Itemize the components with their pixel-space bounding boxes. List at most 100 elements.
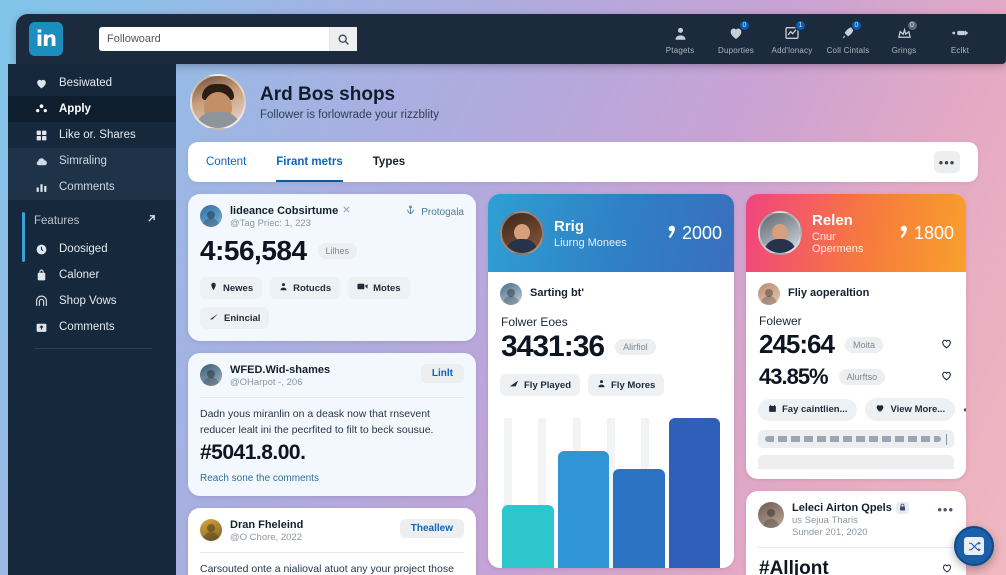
card-actions: Fay caintlien... View More... ••• (746, 390, 966, 421)
nav-item-addlonacy[interactable]: 1 Add'lonacy (764, 20, 820, 55)
status-badge: Lilhes (317, 243, 358, 259)
tab-firant-metrs[interactable]: Firant metrs (276, 142, 344, 182)
people-icon (34, 103, 48, 116)
avatar[interactable] (200, 364, 222, 386)
search-icon[interactable] (329, 27, 357, 51)
chip-motes[interactable]: Motes (348, 277, 410, 299)
author-name-text: lideance Cobsirtume (230, 205, 339, 217)
avatar[interactable] (200, 518, 222, 541)
linlt-button[interactable]: Linlt (420, 364, 464, 383)
divider (200, 551, 464, 553)
heart-outline-icon[interactable] (940, 369, 953, 385)
heart-icon (875, 403, 885, 416)
chart-bar (668, 418, 720, 568)
avatar[interactable] (758, 211, 802, 255)
hash-number: #5041.8.00. (200, 440, 306, 464)
nav-item-duporties[interactable]: 0 Duporties (708, 20, 764, 55)
card-chips: Newes Rotucds Motes Enincial (188, 267, 476, 341)
tab-types[interactable]: Types (373, 142, 405, 182)
search-input[interactable] (99, 27, 329, 51)
chip-fly-mores[interactable]: Fly Mores (588, 374, 665, 396)
avatar[interactable] (758, 283, 780, 305)
card-header: Dran Fheleind @O Chore, 2022 Theallew (188, 508, 476, 543)
action-fay-caintlien[interactable]: Fay caintlien... (758, 398, 858, 421)
card-author-name: Dran Fheleind (230, 518, 304, 531)
nav-item-coll-cintals[interactable]: 0 Coll Cintals (820, 20, 876, 55)
heart-outline-icon[interactable] (941, 562, 953, 575)
avatar[interactable] (190, 74, 246, 130)
nav-badge: 0 (906, 20, 918, 31)
author-name-text: Leleci Airton Qpels (792, 502, 892, 514)
sidebar-item-comments[interactable]: Comments (8, 174, 176, 200)
action-label: Fay caintlien... (782, 404, 848, 415)
card-chips: Fly Played Fly Mores (488, 364, 734, 408)
lock-icon (895, 502, 909, 514)
sidebar-item-besiwated[interactable]: Besiwated (8, 70, 176, 96)
card-banner: Relen Cnur Opermens 1800 (746, 194, 966, 272)
person-icon (279, 282, 288, 294)
nav-badge: 1 (795, 20, 806, 31)
banner-count-value: 2000 (681, 222, 722, 243)
theallew-button[interactable]: Theallew (399, 518, 464, 538)
nav-item-grings[interactable]: 0 Grings (876, 20, 932, 55)
chip-rotucds[interactable]: Rotucds (270, 277, 341, 299)
heart-icon: 0 (728, 20, 750, 43)
card-banner: Rrig Liurng Monees 2000 (488, 194, 734, 272)
card-body-text: Carsouted onte a nialioval atuot any you… (200, 562, 454, 575)
arrow-up-right-icon[interactable] (145, 212, 158, 230)
sidebar-item-simraling[interactable]: Simraling (8, 148, 176, 174)
avatar[interactable] (200, 205, 222, 227)
exit-icon (951, 23, 969, 43)
linkedin-logo-icon[interactable]: in (29, 22, 63, 56)
read-comments-link[interactable]: Reach sone the comments (188, 465, 476, 496)
profile-subtitle: Follower is forlowrade your rizzblity (260, 108, 439, 121)
sidebar-section-features: Features (8, 206, 176, 236)
avatar[interactable] (758, 502, 784, 528)
bar-chart (488, 408, 734, 568)
sidebar-item-doosiged[interactable]: Doosiged (8, 236, 176, 262)
avatar[interactable] (500, 283, 522, 305)
sidebar-item-apply[interactable]: Apply (8, 96, 176, 122)
chip-newes[interactable]: Newes (200, 277, 263, 299)
chart-bars (498, 418, 724, 568)
ellipsis-icon[interactable]: ••• (937, 502, 954, 517)
card-author-name: Leleci Airton Qpels (792, 502, 929, 514)
columns: lideance Cobsirtume @Tag Priec: 1, 223 P… (176, 182, 1006, 575)
text-cursor (946, 433, 947, 445)
sidebar-item-caloner[interactable]: Caloner (8, 262, 176, 288)
protogala-link[interactable]: Protogala (405, 205, 464, 219)
chip-label: Newes (223, 282, 254, 294)
ellipsis-icon[interactable]: ••• (963, 403, 966, 417)
sidebar-item-label: Caloner (59, 269, 100, 281)
column-middle: Rrig Liurng Monees 2000 Sarting bt' Folw… (488, 194, 734, 575)
partial-card-stub (758, 455, 954, 469)
chip-enincial[interactable]: Enincial (200, 307, 270, 329)
chip-fly-played[interactable]: Fly Played (500, 374, 580, 396)
nav-item-eclkt[interactable]: Eclkt (932, 23, 988, 55)
action-view-more[interactable]: View More... (865, 398, 956, 421)
search-box[interactable] (99, 27, 357, 51)
card-author-name: Fliy aoperaltion (788, 287, 870, 299)
nav-item-ptagets[interactable]: Ptagets (652, 23, 708, 55)
sidebar-item-shop-vows[interactable]: Shop Vows (8, 288, 176, 314)
person-icon (673, 23, 688, 43)
nav-label: Ptagets (665, 46, 695, 55)
text-placeholder (758, 430, 954, 448)
pin-icon (209, 282, 218, 294)
stat-value: 3431:36 (501, 330, 605, 363)
action-label: View More... (890, 404, 946, 415)
nav-badge: 0 (851, 20, 862, 31)
comma-icon (898, 223, 908, 244)
avatar[interactable] (500, 211, 544, 255)
ellipsis-icon[interactable]: ••• (934, 151, 960, 173)
nav-label: Eclkt (950, 46, 970, 55)
column-right: Relen Cnur Opermens 1800 Fliy aoperaltio… (746, 194, 966, 575)
sidebar-item-like-or-shares[interactable]: Like or. Shares (8, 122, 176, 148)
tab-content[interactable]: Content (206, 142, 246, 182)
heart-outline-icon[interactable] (940, 337, 953, 353)
shuffle-fab-button[interactable] (954, 526, 994, 566)
clock-icon (34, 243, 48, 256)
nav-label: Coll Cintals (826, 46, 870, 55)
sidebar-item-comments-2[interactable]: Comments (8, 314, 176, 340)
chip-label: Enincial (224, 312, 261, 324)
